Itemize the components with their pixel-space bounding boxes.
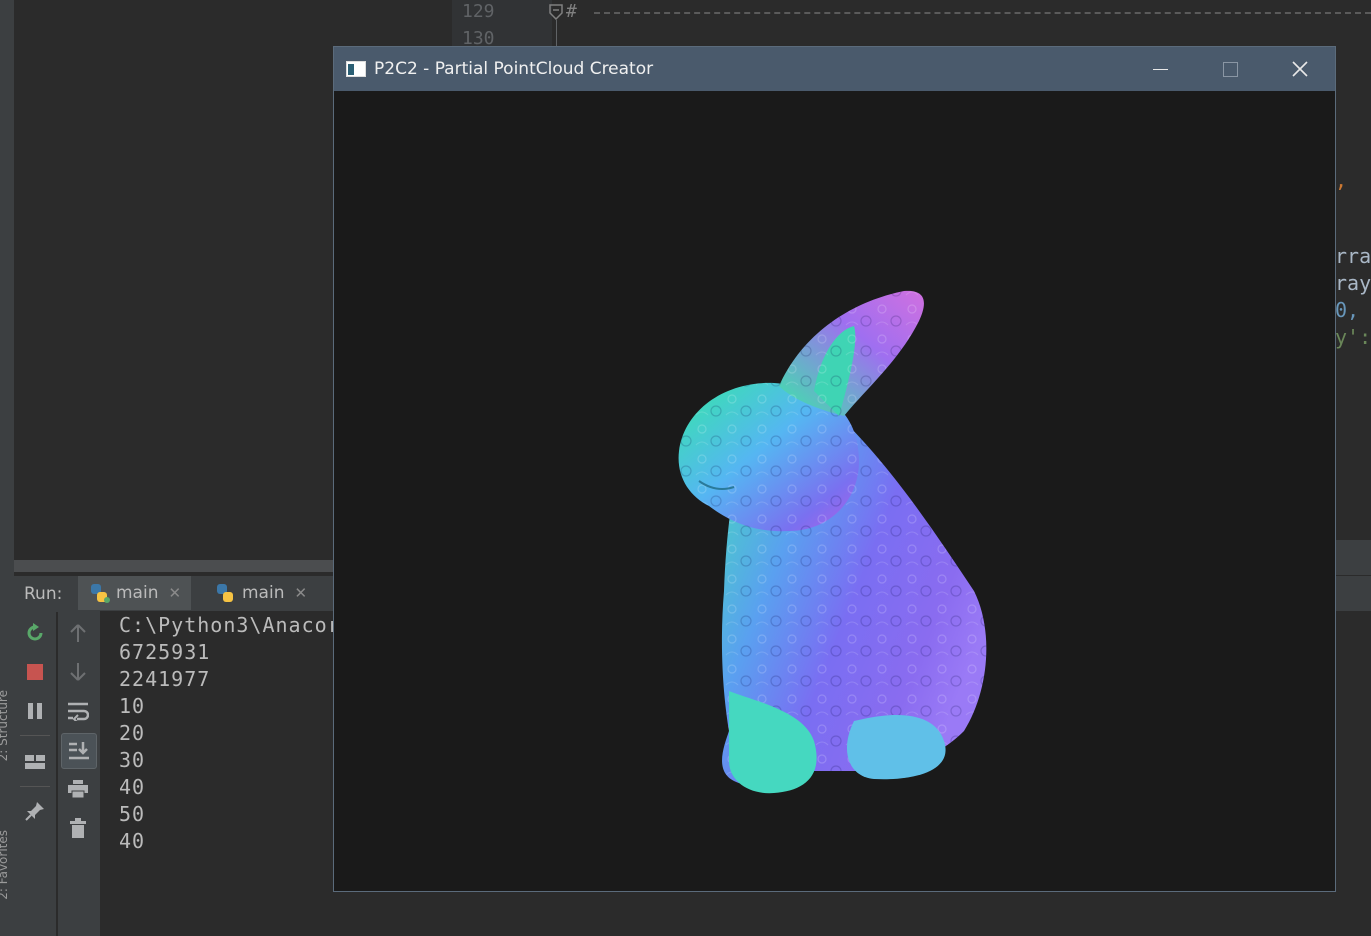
stop-icon[interactable] xyxy=(21,658,49,686)
close-icon[interactable]: ✕ xyxy=(168,584,181,602)
fold-marker-icon[interactable] xyxy=(549,4,563,20)
structure-side-tab[interactable]: 2: Structure xyxy=(0,690,10,761)
console-line: 40 xyxy=(119,829,146,853)
favorites-side-tab[interactable]: 2: Favorites xyxy=(0,830,10,900)
run-tab-main-1[interactable]: main ✕ xyxy=(78,576,192,610)
up-arrow-icon[interactable] xyxy=(64,619,92,647)
toolbar-separator xyxy=(20,735,50,736)
bunny-model xyxy=(678,290,987,794)
code-fragment: rra xyxy=(1335,244,1371,268)
trash-icon[interactable] xyxy=(64,814,92,842)
app-window-icon xyxy=(346,61,366,77)
rerun-icon[interactable] xyxy=(21,619,49,647)
code-comment: # xyxy=(566,1,577,22)
run-tab-main-2[interactable]: main ✕ xyxy=(204,576,317,610)
toolbar-separator xyxy=(20,786,50,787)
console-line: C:\Python3\Anacor xyxy=(119,613,341,637)
code-fragment: y': xyxy=(1335,325,1371,349)
console-line: 6725931 xyxy=(119,640,211,664)
close-icon[interactable]: ✕ xyxy=(294,584,307,602)
horizontal-scrollbar[interactable] xyxy=(14,560,334,572)
comment-dash-line xyxy=(594,12,1371,14)
pause-icon[interactable] xyxy=(21,697,49,725)
window-title: P2C2 - Partial PointCloud Creator xyxy=(374,59,654,79)
code-fragment: 0, xyxy=(1335,298,1360,322)
scroll-to-end-icon[interactable] xyxy=(61,733,97,769)
run-toolbar-secondary xyxy=(58,611,100,936)
layout-icon[interactable] xyxy=(21,748,49,776)
console-line: 2241977 xyxy=(119,667,211,691)
window-titlebar[interactable]: P2C2 - Partial PointCloud Creator xyxy=(334,47,1335,91)
app-window: P2C2 - Partial PointCloud Creator xyxy=(333,46,1336,892)
console-line: 50 xyxy=(119,802,146,826)
run-label: Run: xyxy=(24,584,63,604)
editor-gutter: 129 130 xyxy=(452,0,552,50)
python-icon xyxy=(91,584,110,603)
console-line: 40 xyxy=(119,775,146,799)
render-viewport[interactable] xyxy=(334,91,1335,891)
close-icon[interactable] xyxy=(1265,47,1335,91)
left-tool-strip xyxy=(0,0,14,936)
tab-label: main xyxy=(116,583,159,603)
tab-label: main xyxy=(242,583,285,603)
console-lines: C:\Python3\Anacor 6725931 2241977 10 20 … xyxy=(119,612,341,855)
print-icon[interactable] xyxy=(64,775,92,803)
pin-icon[interactable] xyxy=(21,797,49,825)
code-fragment: , xyxy=(1335,168,1348,192)
line-number: 129 xyxy=(462,1,495,22)
code-fragment: ray xyxy=(1335,271,1371,295)
soft-wrap-icon[interactable] xyxy=(64,697,92,725)
maximize-icon[interactable] xyxy=(1195,47,1265,91)
minimize-icon[interactable] xyxy=(1125,47,1195,91)
run-toolbar-primary xyxy=(14,611,56,936)
console-line: 10 xyxy=(119,694,146,718)
python-icon xyxy=(217,584,233,602)
down-arrow-icon[interactable] xyxy=(64,658,92,686)
console-line: 30 xyxy=(119,748,146,772)
console-line: 20 xyxy=(119,721,146,745)
